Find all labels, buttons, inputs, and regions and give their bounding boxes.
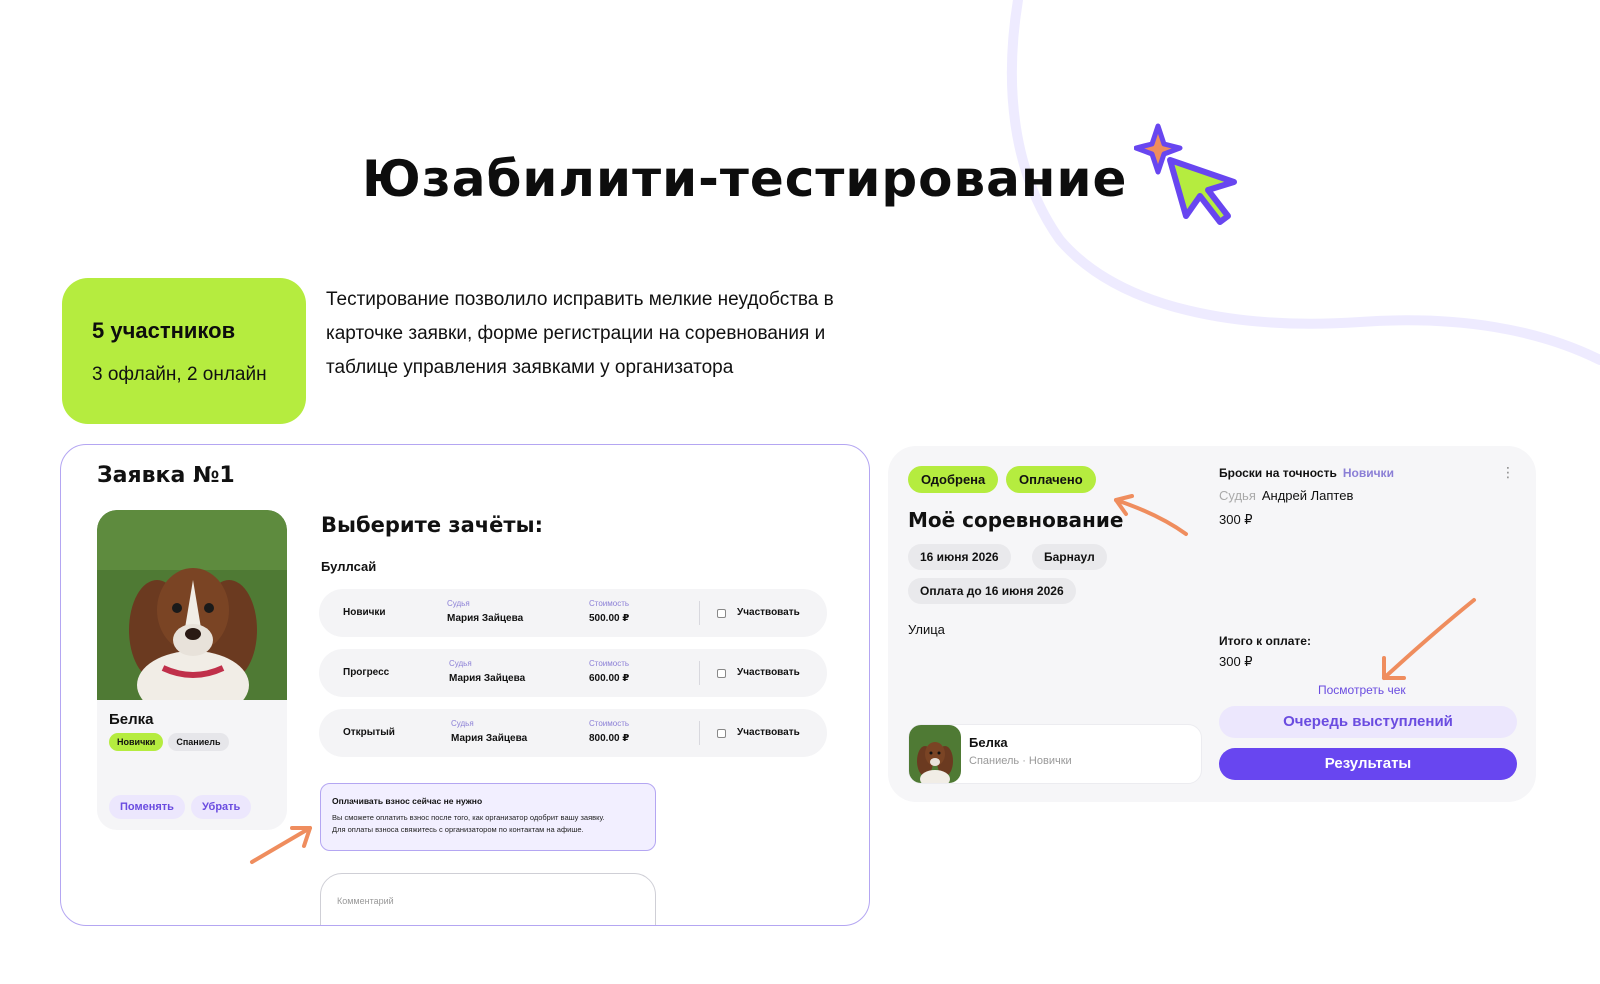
participants-split: 3 офлайн, 2 онлайн: [92, 364, 267, 385]
participate-checkbox[interactable]: [717, 669, 726, 678]
event-level: Новички: [1342, 466, 1394, 480]
event-name: Открытый: [343, 727, 395, 738]
event-heading: Броски на точность Новички: [1219, 466, 1394, 480]
more-options-icon[interactable]: ⋮: [1501, 464, 1515, 481]
judge-name: Мария Зайцева: [451, 733, 528, 744]
sparkle-cursor-icon: [1134, 123, 1237, 225]
competition-title: Моё соревнование: [908, 508, 1124, 532]
pet-breed-tag: Спаниель: [168, 733, 229, 751]
participate-label: Участвовать: [737, 607, 800, 618]
application-title: Заявка №1: [97, 463, 235, 488]
discipline-name: Буллсай: [321, 559, 377, 574]
pet-name: Белка: [969, 735, 1008, 750]
status-badge: Оплачено: [1006, 466, 1096, 493]
judge-line: Судья Андрей Лаптев: [1219, 488, 1353, 503]
event-row: Прогресс Судья Мария Зайцева Стоимость 6…: [319, 649, 827, 697]
intro-text: Тестирование позволило исправить мелкие …: [326, 289, 834, 378]
event-name: Броски на точность: [1219, 466, 1337, 480]
pet-card: Белка Новички Спаниель Поменять Убрать: [97, 510, 287, 830]
payment-note: Оплачивать взнос сейчас не нужно Вы смож…: [320, 783, 656, 851]
city-pill: Барнаул: [1032, 544, 1107, 570]
payment-note-line: Для оплаты взноса свяжитесь с организато…: [332, 825, 584, 834]
row-divider: [699, 721, 700, 745]
date-pill: 16 июня 2026: [908, 544, 1011, 570]
total-label: Итого к оплате:: [1219, 634, 1311, 648]
judge-name: Мария Зайцева: [447, 613, 524, 624]
remove-pet-button[interactable]: Убрать: [190, 795, 252, 819]
cost-value: 500.00 ₽: [589, 613, 630, 624]
application-card: Заявка №1 Белка Новички Спаниель Поменят…: [60, 444, 870, 926]
pet-name: Белка: [109, 711, 154, 728]
total-value: 300 ₽: [1219, 654, 1253, 669]
row-divider: [699, 601, 700, 625]
cost-label: Стоимость: [589, 659, 630, 668]
cost-value: 600.00 ₽: [589, 673, 630, 684]
participants-count: 5 участников: [92, 318, 236, 343]
choose-events-title: Выберите зачёты:: [321, 513, 543, 537]
view-receipt-link[interactable]: Посмотреть чек: [1318, 683, 1406, 697]
judge-label: Судья: [447, 599, 470, 608]
judge-name: Мария Зайцева: [449, 673, 526, 684]
pet-mini-card[interactable]: Белка Спаниель · Новички: [908, 724, 1202, 784]
cost-label: Стоимость: [589, 719, 630, 728]
dog-thumbnail: [909, 725, 961, 783]
competition-card: Одобрена Оплачено Моё соревнование 16 ию…: [888, 446, 1536, 802]
pet-level-tag: Новички: [109, 733, 164, 751]
row-divider: [699, 661, 700, 685]
status-badge: Одобрена: [908, 466, 999, 493]
event-row: Новички Судья Мария Зайцева Стоимость 50…: [319, 589, 827, 637]
results-button[interactable]: Результаты: [1219, 748, 1517, 780]
event-row: Открытый Судья Мария Зайцева Стоимость 8…: [319, 709, 827, 757]
queue-button[interactable]: Очередь выступлений: [1219, 706, 1517, 738]
change-pet-button[interactable]: Поменять: [109, 795, 185, 819]
participate-label: Участвовать: [737, 667, 800, 678]
participate-label: Участвовать: [737, 727, 800, 738]
participate-checkbox[interactable]: [717, 729, 726, 738]
event-name: Новички: [343, 607, 386, 618]
judge-label: Судья: [451, 719, 474, 728]
pay-until-pill: Оплата до 16 июня 2026: [908, 578, 1076, 604]
event-price: 300 ₽: [1219, 512, 1253, 527]
cost-label: Стоимость: [589, 599, 630, 608]
pet-actions: Поменять Убрать: [109, 795, 252, 819]
payment-note-line: Вы сможете оплатить взнос после того, ка…: [332, 813, 605, 822]
page-title: Юзабилити-тестирование: [362, 150, 1128, 208]
comment-field[interactable]: Комментарий: [320, 873, 656, 925]
payment-note-title: Оплачивать взнос сейчас не нужно: [332, 796, 483, 806]
judge-name: Андрей Лаптев: [1261, 488, 1354, 503]
judge-label: Судья: [449, 659, 472, 668]
judge-label: Судья: [1219, 488, 1256, 503]
payment-note-text: Вы сможете оплатить взнос после того, ка…: [332, 812, 644, 836]
dog-photo: [97, 510, 287, 700]
event-name: Прогресс: [343, 667, 390, 678]
pet-details: Спаниель · Новички: [969, 755, 1072, 767]
participants-card: 5 участников 3 офлайн, 2 онлайн: [62, 278, 306, 424]
participate-checkbox[interactable]: [717, 609, 726, 618]
street-text: Улица: [908, 622, 945, 637]
cost-value: 800.00 ₽: [589, 733, 630, 744]
pet-tags: Новички Спаниель: [109, 733, 229, 751]
